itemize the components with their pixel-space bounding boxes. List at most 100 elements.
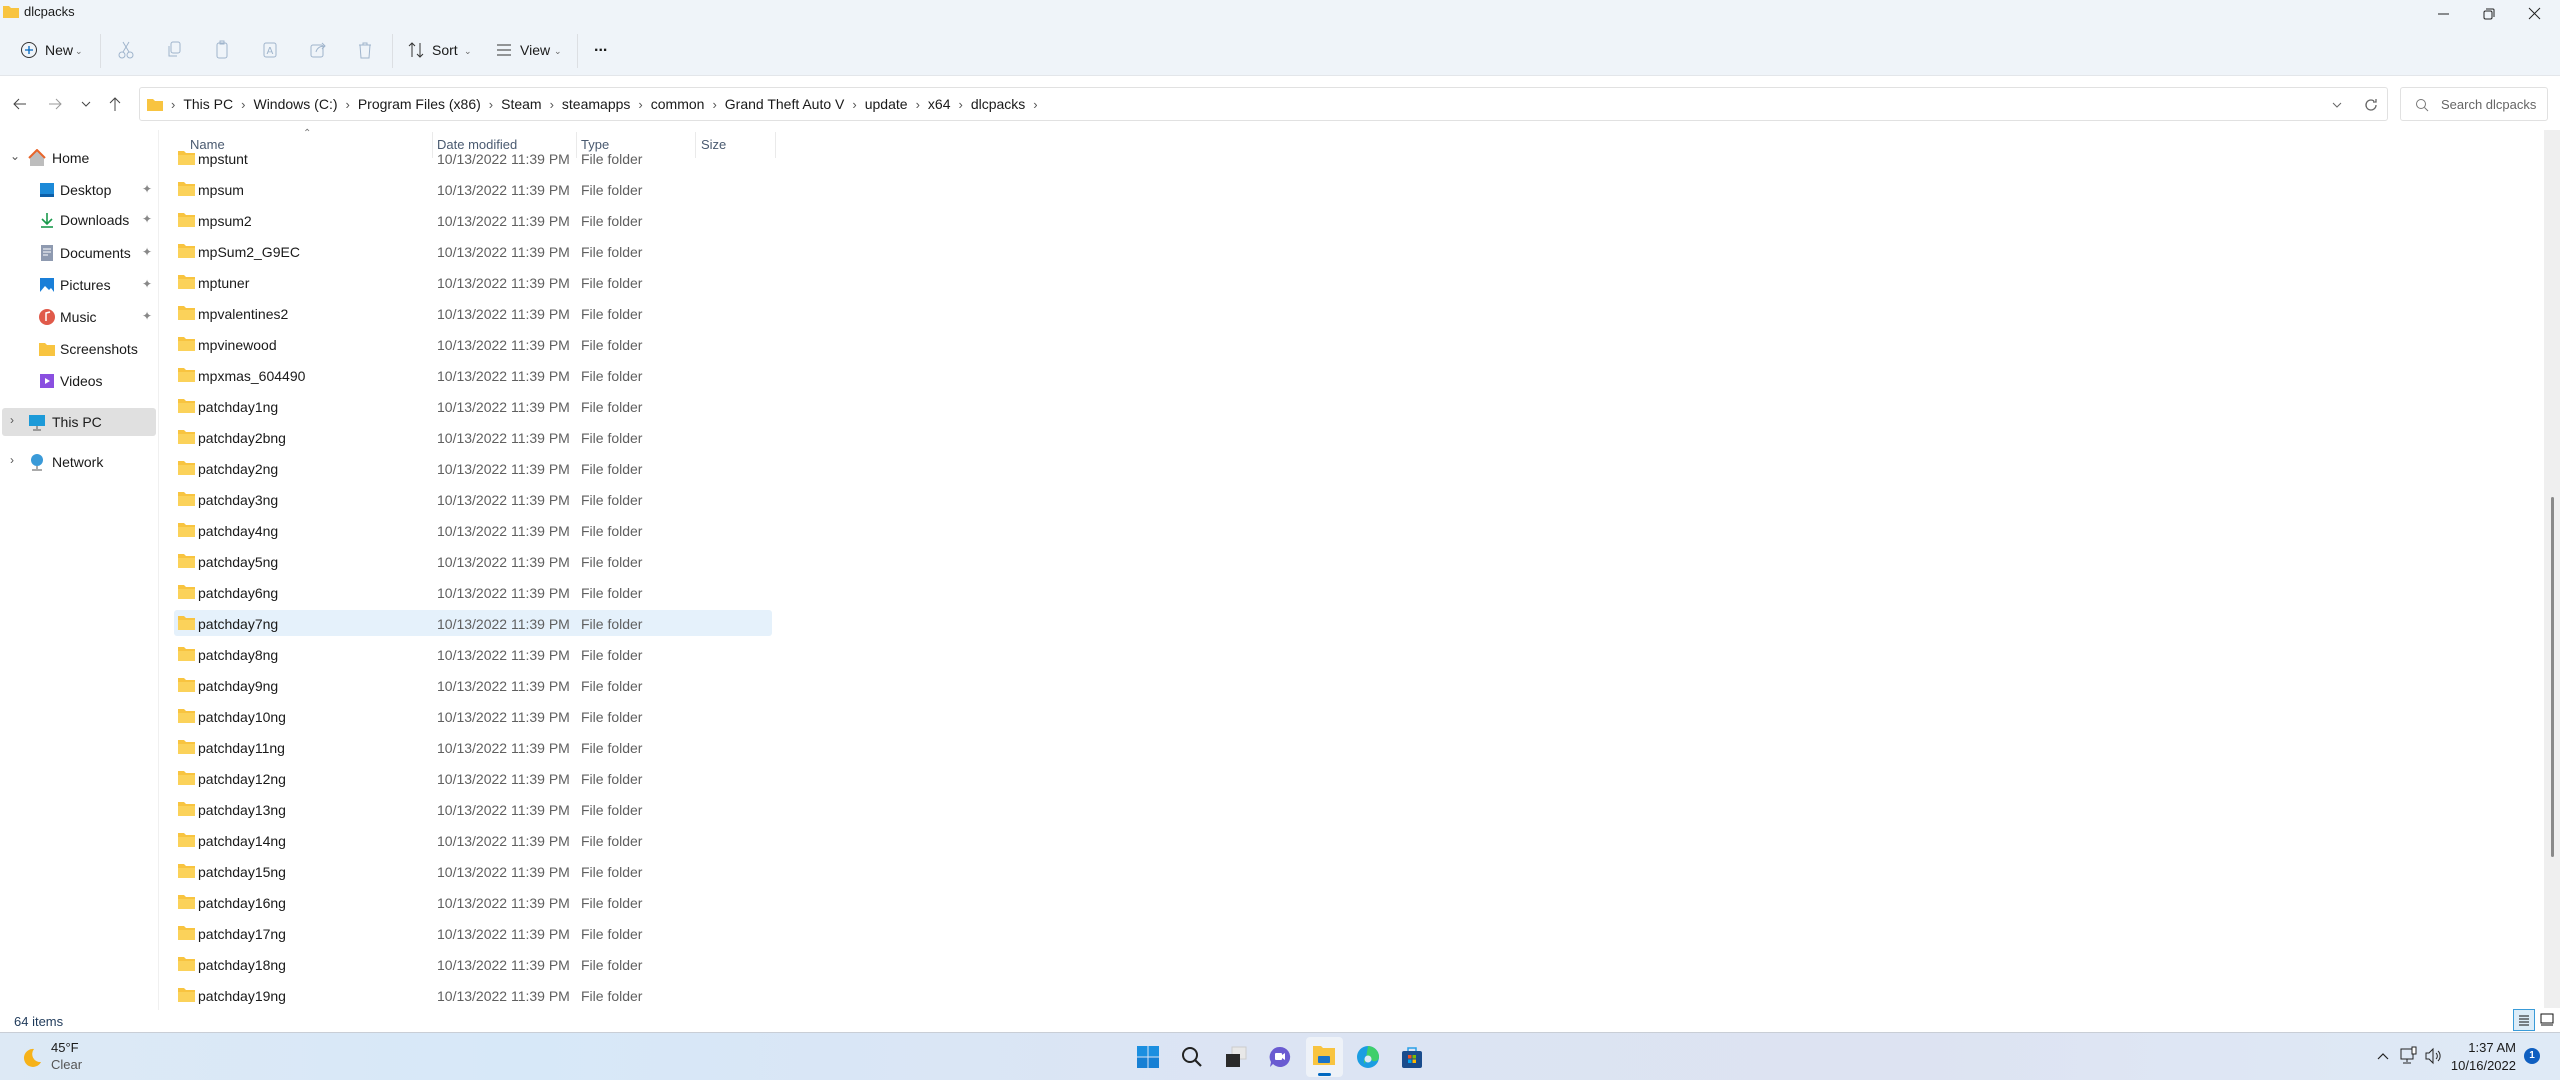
address-bar[interactable]: › This PC › Windows (C:) › Program Files (x8… <box>139 87 2388 121</box>
search-icon[interactable] <box>1180 1045 1204 1069</box>
file-row[interactable]: patchday7ng 10/13/2022 11:39 PM File folde… <box>174 610 772 636</box>
sidebar-item-screenshots[interactable]: Screenshots <box>2 335 156 363</box>
scrollbar-thumb[interactable] <box>2551 497 2554 857</box>
folder-icon <box>178 740 195 754</box>
up-arrow-icon[interactable] <box>106 95 124 113</box>
breadcrumb-item[interactable]: Windows (C:) <box>247 96 343 112</box>
sidebar-item-desktop[interactable]: Desktop ✦ <box>2 176 156 204</box>
chevron-right-icon[interactable]: › <box>344 97 352 112</box>
file-row[interactable]: mpvinewood 10/13/2022 11:39 PM File folder <box>174 331 772 357</box>
store-icon[interactable] <box>1400 1045 1424 1069</box>
restore-icon[interactable] <box>2479 4 2499 24</box>
file-row[interactable]: patchday3ng 10/13/2022 11:39 PM File folde… <box>174 486 772 512</box>
file-row[interactable]: patchday11ng 10/13/2022 11:39 PM File fold… <box>174 734 772 760</box>
sidebar-item-pictures[interactable]: Pictures ✦ <box>2 271 156 299</box>
paste-icon[interactable] <box>212 40 232 60</box>
vertical-scrollbar[interactable] <box>2544 130 2560 1008</box>
breadcrumb-item[interactable]: Program Files (x86) <box>352 96 487 112</box>
file-row[interactable]: patchday4ng 10/13/2022 11:39 PM File folde… <box>174 517 772 543</box>
breadcrumb-item[interactable]: update <box>859 96 914 112</box>
file-row[interactable]: patchday18ng 10/13/2022 11:39 PM File fold… <box>174 951 772 977</box>
chevron-right-icon[interactable]: › <box>10 413 14 427</box>
file-row[interactable]: patchday2bng 10/13/2022 11:39 PM File fold… <box>174 424 772 450</box>
breadcrumb-item[interactable]: dlcpacks <box>965 96 1031 112</box>
chevron-right-icon[interactable]: › <box>914 97 922 112</box>
more-options-button[interactable]: ... <box>594 38 607 56</box>
sidebar-item-documents[interactable]: Documents ✦ <box>2 239 156 267</box>
forward-arrow-icon[interactable] <box>46 95 64 113</box>
copy-icon[interactable] <box>164 40 184 60</box>
file-row[interactable]: mpxmas_604490 10/13/2022 11:39 PM File fol… <box>174 362 772 388</box>
breadcrumb-item[interactable]: This PC <box>177 96 239 112</box>
sidebar-item-videos[interactable]: Videos <box>2 367 156 395</box>
file-row[interactable]: patchday6ng 10/13/2022 11:39 PM File folde… <box>174 579 772 605</box>
back-arrow-icon[interactable] <box>11 95 29 113</box>
refresh-icon[interactable] <box>2362 96 2380 114</box>
file-row[interactable]: patchday17ng 10/13/2022 11:39 PM File fold… <box>174 920 772 946</box>
sidebar-item-downloads[interactable]: Downloads ✦ <box>2 206 156 234</box>
breadcrumb-item[interactable]: steamapps <box>556 96 636 112</box>
delete-icon[interactable] <box>355 40 375 60</box>
address-dropdown-icon[interactable] <box>2330 98 2344 112</box>
file-row[interactable]: patchday1ng 10/13/2022 11:39 PM File folde… <box>174 393 772 419</box>
sidebar-item-music[interactable]: Music ✦ <box>2 303 156 331</box>
file-row[interactable]: patchday15ng 10/13/2022 11:39 PM File fold… <box>174 858 772 884</box>
file-row[interactable]: mpstunt 10/13/2022 11:39 PM File folder <box>174 150 772 171</box>
file-row[interactable]: patchday2ng 10/13/2022 11:39 PM File folde… <box>174 455 772 481</box>
start-icon[interactable] <box>1136 1045 1160 1069</box>
share-icon[interactable] <box>308 40 328 60</box>
chevron-right-icon[interactable]: › <box>487 97 495 112</box>
task-view-icon[interactable] <box>1224 1045 1248 1069</box>
notification-badge[interactable]: 1 <box>2524 1048 2540 1064</box>
sidebar-item-network[interactable]: › Network <box>2 448 156 476</box>
show-hidden-icons-chevron-icon[interactable] <box>2376 1050 2390 1062</box>
file-row[interactable]: patchday5ng 10/13/2022 11:39 PM File folde… <box>174 548 772 574</box>
chevron-right-icon[interactable]: › <box>10 453 14 467</box>
file-row[interactable]: patchday16ng 10/13/2022 11:39 PM File fold… <box>174 889 772 915</box>
sidebar-item-this-pc[interactable]: › This PC <box>2 408 156 436</box>
tiles-view-button[interactable] <box>2537 1009 2559 1031</box>
cut-icon[interactable] <box>116 40 136 60</box>
file-row[interactable]: mpsum 10/13/2022 11:39 PM File folder <box>174 176 772 202</box>
network-icon[interactable] <box>2400 1046 2418 1066</box>
file-type: File folder <box>581 988 643 1004</box>
breadcrumb-item[interactable]: Steam <box>495 96 547 112</box>
rename-icon[interactable]: A <box>260 40 280 60</box>
volume-icon[interactable] <box>2424 1047 2444 1065</box>
edge-icon[interactable] <box>1356 1045 1380 1069</box>
chevron-right-icon[interactable]: › <box>1031 97 1039 112</box>
file-type: File folder <box>581 740 643 756</box>
file-row[interactable]: mpvalentines2 10/13/2022 11:39 PM File fol… <box>174 300 772 326</box>
breadcrumb-item[interactable]: Grand Theft Auto V <box>719 96 851 112</box>
chat-icon[interactable] <box>1268 1045 1292 1069</box>
details-view-button[interactable] <box>2513 1009 2535 1031</box>
chevron-right-icon[interactable]: › <box>710 97 718 112</box>
close-icon[interactable] <box>2525 4 2545 24</box>
breadcrumb-item[interactable]: x64 <box>922 96 957 112</box>
file-row[interactable]: patchday19ng 10/13/2022 11:39 PM File fold… <box>174 982 772 1008</box>
recent-locations-chevron-icon[interactable] <box>79 97 93 111</box>
file-explorer-taskbar-button[interactable] <box>1306 1037 1343 1077</box>
file-row[interactable]: patchday10ng 10/13/2022 11:39 PM File fold… <box>174 703 772 729</box>
file-row[interactable]: mptuner 10/13/2022 11:39 PM File folder <box>174 269 772 295</box>
file-row[interactable]: patchday14ng 10/13/2022 11:39 PM File fold… <box>174 827 772 853</box>
chevron-right-icon[interactable]: › <box>548 97 556 112</box>
chevron-right-icon[interactable]: › <box>956 97 964 112</box>
file-row[interactable]: patchday12ng 10/13/2022 11:39 PM File fold… <box>174 765 772 791</box>
file-row[interactable]: patchday8ng 10/13/2022 11:39 PM File folde… <box>174 641 772 667</box>
file-row[interactable]: mpsum2 10/13/2022 11:39 PM File folder <box>174 207 772 233</box>
chevron-down-icon[interactable]: ⌄ <box>10 149 20 163</box>
sidebar-item-home[interactable]: ⌄ Home <box>2 144 156 172</box>
search-input[interactable]: Search dlcpacks <box>2400 87 2548 121</box>
minimize-icon[interactable] <box>2434 4 2454 24</box>
file-row[interactable]: patchday13ng 10/13/2022 11:39 PM File fold… <box>174 796 772 822</box>
chevron-right-icon[interactable]: › <box>636 97 644 112</box>
file-date: 10/13/2022 11:39 PM <box>437 585 570 601</box>
chevron-down-icon: ⌄ <box>75 46 83 56</box>
breadcrumb-item[interactable]: common <box>645 96 711 112</box>
file-type: File folder <box>581 678 643 694</box>
chevron-right-icon[interactable]: › <box>239 97 247 112</box>
chevron-right-icon[interactable]: › <box>850 97 858 112</box>
file-row[interactable]: mpSum2_G9EC 10/13/2022 11:39 PM File folde… <box>174 238 772 264</box>
file-row[interactable]: patchday9ng 10/13/2022 11:39 PM File folde… <box>174 672 772 698</box>
